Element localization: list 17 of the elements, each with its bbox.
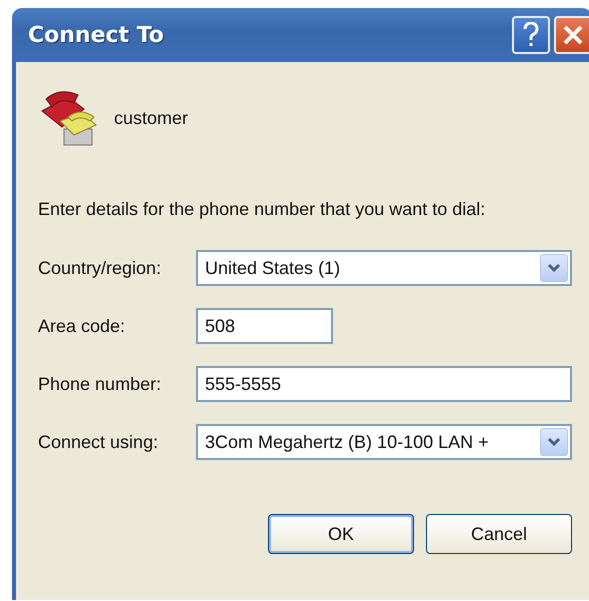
input-field[interactable]: 555-5555 bbox=[196, 366, 572, 402]
dialog-button[interactable]: OK bbox=[268, 514, 414, 554]
dropdown[interactable]: 3Com Megahertz (B) 10-100 LAN + bbox=[196, 424, 572, 460]
field-label: Country/region: bbox=[38, 258, 162, 278]
dropdown[interactable]: United States (1) bbox=[196, 250, 572, 286]
dialog-button[interactable]: Cancel bbox=[426, 514, 572, 554]
help-button[interactable] bbox=[512, 16, 550, 54]
connection-name: customer bbox=[114, 108, 188, 128]
close-button[interactable] bbox=[554, 16, 589, 54]
help-icon bbox=[522, 22, 540, 48]
instruction-text: Enter details for the phone number that you want to dial: bbox=[38, 199, 486, 220]
close-icon bbox=[562, 24, 584, 46]
window-title: Connect To bbox=[28, 22, 165, 48]
input-field[interactable]: 508 bbox=[196, 308, 333, 344]
field-label: Area code: bbox=[38, 316, 126, 336]
field-label: Phone number: bbox=[38, 374, 162, 394]
field-label: Connect using: bbox=[38, 432, 160, 452]
